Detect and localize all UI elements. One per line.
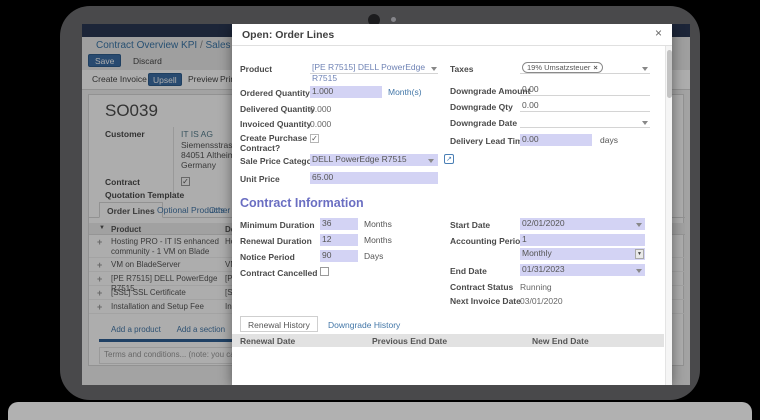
minimum-duration-unit: Months [364, 219, 392, 230]
downgrade-amount-label: Downgrade Amount [450, 86, 530, 96]
notice-period-unit: Days [364, 251, 383, 262]
dropdown-caret-icon [636, 269, 642, 273]
dropdown-caret-icon [636, 223, 642, 227]
tablet-stand-base [8, 402, 752, 420]
column-new-end-date[interactable]: New End Date [532, 336, 589, 346]
product-field[interactable]: [PE R7515] DELL PowerEdge R7515 [310, 62, 438, 74]
delivery-lead-time-unit: days [600, 135, 618, 146]
end-date-label: End Date [450, 266, 487, 276]
app-screen: Contract Overview KPI / Sales Contract /… [82, 24, 690, 385]
contract-information-heading: Contract Information [240, 196, 364, 210]
contract-cancelled-label: Contract Cancelled [240, 268, 317, 278]
dropdown-caret-icon [642, 121, 648, 125]
ordered-quantity-unit: Month(s) [388, 87, 422, 98]
accounting-period-field[interactable]: 1 [520, 234, 645, 246]
notice-period-field[interactable]: 90 [320, 250, 358, 262]
renewal-duration-label: Renewal Duration [240, 236, 312, 246]
downgrade-amount-field[interactable]: 0.00 [520, 84, 650, 96]
scrollbar-thumb[interactable] [667, 50, 672, 98]
invoiced-quantity-label: Invoiced Quantity [240, 119, 311, 129]
next-invoice-date-value: 03/01/2020 [520, 296, 563, 307]
tag-remove-icon[interactable]: × [593, 63, 597, 72]
delivered-quantity-value: 0.000 [310, 104, 331, 115]
order-lines-modal: Open: Order Lines × Product [PE R7515] D… [232, 24, 672, 385]
notice-period-label: Notice Period [240, 252, 295, 262]
column-previous-end-date[interactable]: Previous End Date [372, 336, 447, 346]
accounting-period-label: Accounting Period [450, 236, 526, 246]
renewal-duration-field[interactable]: 12 [320, 234, 358, 246]
create-purchase-contract-label: Create Purchase Contract? [240, 133, 308, 153]
column-renewal-date[interactable]: Renewal Date [240, 336, 295, 346]
contract-cancelled-checkbox[interactable] [320, 267, 329, 276]
tab-renewal-history[interactable]: Renewal History [240, 316, 318, 332]
ordered-quantity-field[interactable]: 1.000 [310, 86, 382, 98]
tab-downgrade-history[interactable]: Downgrade History [328, 320, 400, 330]
dropdown-caret-icon [642, 67, 648, 71]
contract-status-label: Contract Status [450, 282, 513, 292]
sensor-dot-icon [391, 17, 396, 22]
invoiced-quantity-value: 0.000 [310, 119, 331, 130]
delivery-lead-time-field[interactable]: 0.00 [520, 134, 592, 146]
downgrade-date-field[interactable] [520, 116, 650, 128]
unit-price-field[interactable]: 65.00 [310, 172, 438, 184]
check-icon: ✓ [311, 134, 318, 143]
modal-title: Open: Order Lines [242, 29, 334, 41]
history-table-header: Renewal Date Previous End Date New End D… [232, 334, 664, 347]
external-link-icon[interactable]: ↗ [444, 154, 454, 164]
start-date-field[interactable]: 02/01/2020 [520, 218, 645, 230]
minimum-duration-label: Minimum Duration [240, 220, 315, 230]
modal-scrollbar[interactable] [665, 46, 672, 385]
downgrade-date-label: Downgrade Date [450, 118, 517, 128]
renewal-duration-unit: Months [364, 235, 392, 246]
dropdown-caret-icon [428, 159, 434, 163]
create-purchase-contract-checkbox[interactable]: ✓ [310, 134, 319, 143]
modal-header: Open: Order Lines × [232, 24, 672, 46]
downgrade-qty-label: Downgrade Qty [450, 102, 513, 112]
delivered-quantity-label: Delivered Quantity [240, 104, 315, 114]
start-date-label: Start Date [450, 220, 490, 230]
end-date-field[interactable]: 01/31/2023 [520, 264, 645, 276]
close-icon[interactable]: × [655, 26, 662, 40]
product-label: Product [240, 64, 272, 74]
tablet-mockup: Contract Overview KPI / Sales Contract /… [0, 0, 760, 420]
minimum-duration-field[interactable]: 36 [320, 218, 358, 230]
unit-price-label: Unit Price [240, 174, 280, 184]
downgrade-qty-field[interactable]: 0.00 [520, 100, 650, 112]
tax-tag[interactable]: 19% Umsatzsteuer× [522, 62, 603, 73]
sale-price-category-field[interactable]: DELL PowerEdge R7515 [310, 154, 438, 166]
select-arrow-icon[interactable]: ▼ [635, 249, 644, 259]
ordered-quantity-label: Ordered Quantity [240, 88, 310, 98]
sale-price-category-label: Sale Price Category [240, 156, 320, 166]
taxes-label: Taxes [450, 64, 473, 74]
delivery-lead-time-label: Delivery Lead Time [450, 136, 527, 146]
dropdown-caret-icon [431, 67, 437, 71]
contract-status-value: Running [520, 282, 552, 293]
next-invoice-date-label: Next Invoice Date [450, 296, 521, 306]
accounting-period-unit-select[interactable]: Monthly [520, 248, 645, 260]
tablet-frame: Contract Overview KPI / Sales Contract /… [60, 6, 700, 400]
